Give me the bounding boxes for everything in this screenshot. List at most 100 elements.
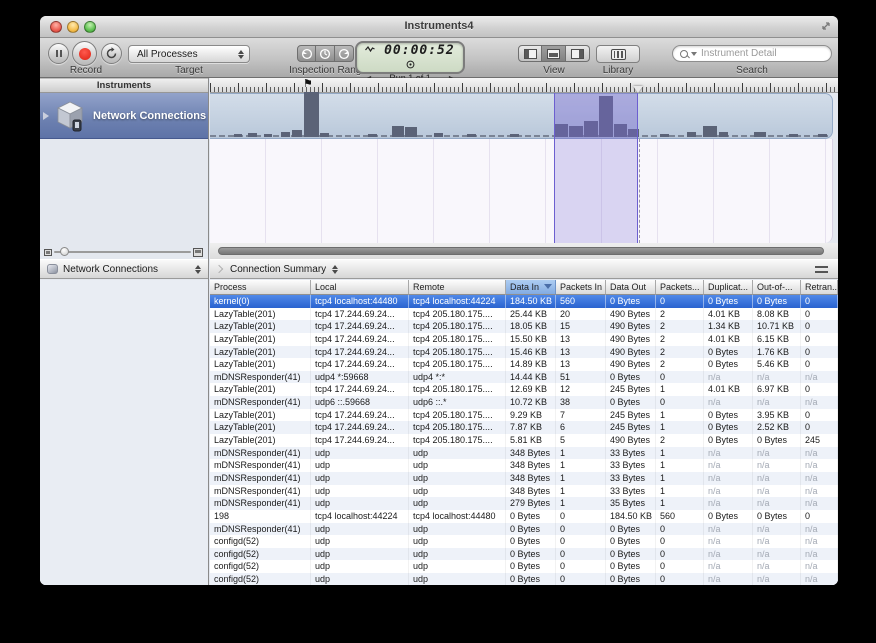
track-detail-area[interactable] [210,139,833,243]
title-bar[interactable]: Instruments4 [40,16,838,38]
table-row[interactable]: mDNSResponder(41)udpudp348 Bytes133 Byte… [210,459,838,472]
zoom-slider-knob[interactable] [60,247,69,256]
target-select[interactable]: All Processes [128,45,250,63]
column-header[interactable]: Remote [409,280,506,295]
selection-track-tint [555,93,637,139]
column-header[interactable]: Data In [506,280,556,295]
range-end-icon [338,48,350,60]
disclosure-triangle-icon[interactable] [43,112,49,120]
table-row[interactable]: configd(52)udpudp0 Bytes00 Bytes0n/an/an… [210,573,838,585]
timeline-ruler[interactable]: ⚑ [210,78,838,93]
table-row[interactable]: LazyTable(201)tcp4 17.244.69.24...tcp4 2… [210,320,838,333]
table-cell: udp [311,523,409,536]
column-header[interactable]: Packets... [656,280,704,295]
column-header[interactable]: Retran... [801,280,838,295]
table-cell: n/a [801,497,838,510]
histogram-bar [234,134,242,137]
table-cell: 51 [556,371,606,384]
table-row[interactable]: LazyTable(201)tcp4 17.244.69.24...tcp4 2… [210,383,838,396]
instrument-selector-bar[interactable]: Network Connections [40,259,208,279]
table-cell: 0 [801,421,838,434]
table-cell: 0 Bytes [704,358,753,371]
record-button[interactable] [72,41,97,66]
recording-flag-icon[interactable]: ⚑ [303,78,313,91]
table-cell: 1 [656,421,704,434]
view-left-pane-button[interactable] [518,45,542,62]
table-row[interactable]: LazyTable(201)tcp4 17.244.69.24...tcp4 2… [210,421,838,434]
library-label: Library [603,65,634,76]
table-row[interactable]: LazyTable(201)tcp4 17.244.69.24...tcp4 2… [210,358,838,371]
library-button[interactable] [596,45,640,63]
histogram-bar [248,133,257,137]
table-cell: 35 Bytes [606,497,656,510]
histogram-bar [660,134,669,137]
table-row[interactable]: LazyTable(201)tcp4 17.244.69.24...tcp4 2… [210,409,838,422]
table-row[interactable]: configd(52)udpudp0 Bytes00 Bytes0n/an/an… [210,548,838,561]
table-cell: 0 [801,358,838,371]
table-row[interactable]: mDNSResponder(41)udp4 *:59668udp4 *:*14.… [210,371,838,384]
bottom-pane-icon [547,49,560,59]
scrollbar-thumb[interactable] [218,247,824,255]
table-cell: n/a [753,560,801,573]
table-cell: mDNSResponder(41) [210,485,311,498]
table-cell: 0 Bytes [704,346,753,359]
table-row[interactable]: kernel(0)tcp4 localhost:44480tcp4 localh… [210,295,838,308]
column-header[interactable]: Duplicat... [704,280,753,295]
instrument-row-network-connections[interactable]: Network Connectionsi [40,93,208,139]
table-row[interactable]: configd(52)udpudp0 Bytes00 Bytes0n/an/an… [210,535,838,548]
table-row[interactable]: configd(52)udpudp0 Bytes00 Bytes0n/an/an… [210,560,838,573]
table-row[interactable]: mDNSResponder(41)udpudp348 Bytes133 Byte… [210,485,838,498]
column-header[interactable]: Local [311,280,409,295]
inspection-range-clock-button[interactable] [316,45,335,62]
table-row[interactable]: mDNSResponder(41)udpudp348 Bytes133 Byte… [210,472,838,485]
zoom-slider-track[interactable] [54,251,191,253]
column-header[interactable]: Out-of-... [753,280,801,295]
table-cell: 0 [801,383,838,396]
table-cell: 18.05 KB [506,320,556,333]
table-cell: n/a [753,396,801,409]
table-row[interactable]: mDNSResponder(41)udp6 ::.59668udp6 ::.*1… [210,396,838,409]
time-selection-range[interactable] [554,93,638,243]
search-label: Search [736,65,768,76]
timeline-scrollbar[interactable] [210,243,838,259]
table-row[interactable]: 198tcp4 localhost:44224tcp4 localhost:44… [210,510,838,523]
main-area: Instruments Network Connectionsi [40,78,838,585]
network-activity-track[interactable] [210,93,833,139]
table-row[interactable]: mDNSResponder(41)udpudp279 Bytes135 Byte… [210,497,838,510]
table-header: ProcessLocalRemoteData InPackets InData … [210,280,838,295]
inspection-range-start-button[interactable] [297,45,316,62]
table-cell: n/a [801,535,838,548]
table-cell: udp [311,472,409,485]
playhead-triangle-icon[interactable] [633,86,643,93]
pause-button[interactable] [48,43,69,64]
table-row[interactable]: LazyTable(201)tcp4 17.244.69.24...tcp4 2… [210,434,838,447]
table-row[interactable]: LazyTable(201)tcp4 17.244.69.24...tcp4 2… [210,308,838,321]
view-bottom-pane-button[interactable] [542,45,566,62]
inspection-range-end-button[interactable] [335,45,354,62]
resize-grip-icon[interactable] [819,19,833,33]
table-cell: 490 Bytes [606,333,656,346]
table-row[interactable]: LazyTable(201)tcp4 17.244.69.24...tcp4 2… [210,346,838,359]
table-cell: udp [311,560,409,573]
column-header[interactable]: Packets In [556,280,606,295]
table-row[interactable]: mDNSResponder(41)udpudp348 Bytes133 Byte… [210,447,838,460]
table-cell: n/a [704,560,753,573]
table-row[interactable]: LazyTable(201)tcp4 17.244.69.24...tcp4 2… [210,333,838,346]
breadcrumb[interactable]: Connection Summary [230,264,326,275]
column-header[interactable]: Process [210,280,311,295]
table-cell: tcp4 17.244.69.24... [311,409,409,422]
histogram-bar [292,130,302,137]
view-right-pane-button[interactable] [566,45,590,62]
table-cell: 1 [656,485,704,498]
table-row[interactable]: mDNSResponder(41)udpudp0 Bytes00 Bytes0n… [210,523,838,536]
table-cell: n/a [801,459,838,472]
search-field[interactable]: Instrument Detail [672,45,832,62]
table-cell: 5.81 KB [506,434,556,447]
table-options-icon[interactable] [815,266,828,273]
column-header[interactable]: Data Out [606,280,656,295]
table-cell: n/a [801,396,838,409]
table-cell: 13 [556,358,606,371]
loop-button[interactable] [101,43,122,64]
breadcrumb-arrows-icon[interactable] [332,265,338,274]
table-cell: n/a [704,535,753,548]
